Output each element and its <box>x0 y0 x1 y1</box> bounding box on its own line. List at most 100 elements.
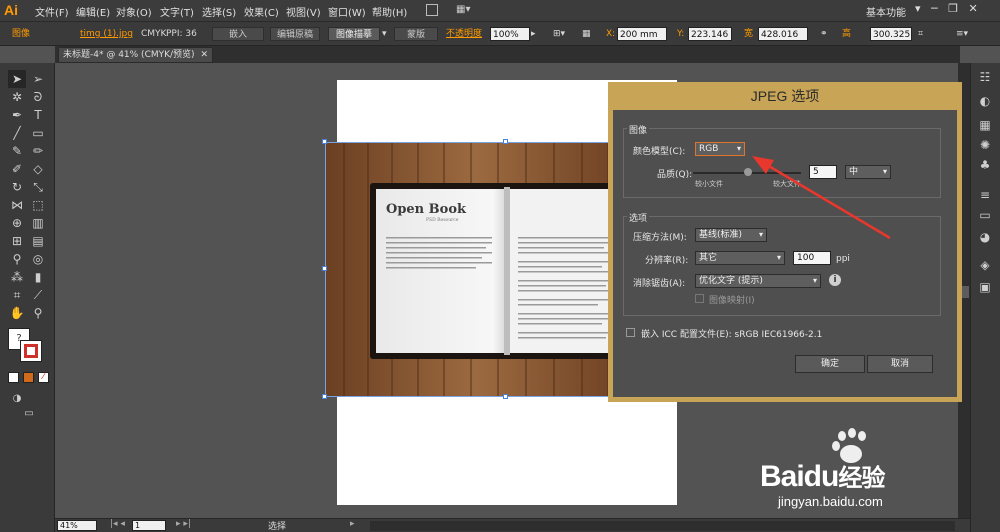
color-icon[interactable]: ◐ <box>976 92 994 110</box>
menu-object[interactable]: 对象(O) <box>116 4 152 19</box>
layers-icon[interactable]: ◈ <box>976 256 994 274</box>
document-tab[interactable]: 未标题-4* @ 41% (CMYK/预览) ✕ <box>58 47 213 63</box>
color-model-select[interactable]: RGB <box>695 142 745 156</box>
scale-tool-icon[interactable]: ⤡ <box>29 178 47 196</box>
stroke-swatch[interactable] <box>20 340 42 362</box>
panel-menu-icon[interactable]: ≡▾ <box>956 27 980 41</box>
pen-tool-icon[interactable]: ✒ <box>8 106 26 124</box>
menu-file[interactable]: 文件(F) <box>35 4 69 19</box>
selection-handle-tm[interactable] <box>503 139 508 144</box>
antialias-select[interactable]: 优化文字 (提示) <box>695 274 821 288</box>
placed-image[interactable]: Open Book PSD Resource <box>325 142 625 397</box>
info-icon[interactable]: i <box>829 274 841 286</box>
window-controls[interactable]: ▾ ─ ❐ ✕ <box>915 2 1000 18</box>
y-field[interactable]: 223.146 <box>688 27 732 41</box>
linked-file-link[interactable]: timg (1).jpg <box>80 27 133 41</box>
lasso-tool-icon[interactable]: ᘐ <box>29 88 47 106</box>
blob-brush-tool-icon[interactable]: ✐ <box>8 160 26 178</box>
ok-button[interactable]: 确定 <box>795 355 865 373</box>
none-mode-icon[interactable]: ⁄ <box>38 372 49 383</box>
zoom-field[interactable]: 41% <box>57 520 97 531</box>
perspective-grid-tool-icon[interactable]: ▥ <box>29 214 47 232</box>
magic-wand-tool-icon[interactable]: ✲ <box>8 88 26 106</box>
stroke-icon[interactable]: ≡ <box>976 186 994 204</box>
zoom-tool-icon[interactable]: ⚲ <box>29 304 47 322</box>
page-nav-prev-icon[interactable]: |◂ ◂ <box>110 519 125 529</box>
paintbrush-tool-icon[interactable]: ✎ <box>8 142 26 160</box>
direct-selection-tool-icon[interactable]: ➢ <box>29 70 47 88</box>
workspace-switcher[interactable]: 基本功能 <box>866 4 906 19</box>
gradient-mode-icon[interactable] <box>23 372 34 383</box>
menu-effect[interactable]: 效果(C) <box>244 4 279 19</box>
mesh-tool-icon[interactable]: ⊞ <box>8 232 26 250</box>
selection-handle-bl[interactable] <box>322 394 327 399</box>
image-trace-button[interactable]: 图像描摹 <box>328 27 380 41</box>
menu-help[interactable]: 帮助(H) <box>372 4 407 19</box>
bridge-icon[interactable] <box>426 4 438 16</box>
free-transform-tool-icon[interactable]: ⬚ <box>29 196 47 214</box>
hand-tool-icon[interactable]: ✋ <box>8 304 26 322</box>
screen-mode-icon[interactable]: ▭ <box>20 405 38 423</box>
transparency-icon[interactable]: ◕ <box>976 228 994 246</box>
mask-button[interactable]: 蒙版 <box>394 27 438 41</box>
column-graph-tool-icon[interactable]: ▮ <box>29 268 47 286</box>
opacity-field[interactable]: 100% <box>490 27 530 41</box>
selection-handle-tl[interactable] <box>322 139 327 144</box>
color-mode-icon[interactable] <box>8 372 19 383</box>
eraser-tool-icon[interactable]: ◇ <box>29 160 47 178</box>
status-menu-icon[interactable]: ▸ <box>350 519 355 529</box>
width-field[interactable]: 428.016 <box>758 27 808 41</box>
menu-select[interactable]: 选择(S) <box>202 4 236 19</box>
x-label: X: <box>606 29 616 39</box>
menu-edit[interactable]: 编辑(E) <box>76 4 110 19</box>
resolution-field[interactable]: 100 <box>793 251 831 265</box>
embed-icc-checkbox[interactable] <box>626 328 635 337</box>
shape-builder-tool-icon[interactable]: ⊕ <box>8 214 26 232</box>
artboards-icon[interactable]: ▣ <box>976 278 994 296</box>
width-tool-icon[interactable]: ⋈ <box>8 196 26 214</box>
rectangle-tool-icon[interactable]: ▭ <box>29 124 47 142</box>
opacity-link[interactable]: 不透明度 <box>446 27 482 41</box>
menu-view[interactable]: 视图(V) <box>286 4 321 19</box>
menu-window[interactable]: 窗口(W) <box>328 4 366 19</box>
line-tool-icon[interactable]: ╱ <box>8 124 26 142</box>
image-map-checkbox[interactable] <box>695 294 704 303</box>
brushes-icon[interactable]: ✺ <box>976 136 994 154</box>
symbols-icon[interactable]: ♣ <box>976 156 994 174</box>
selection-tool-icon[interactable]: ➤ <box>8 70 26 88</box>
menu-type[interactable]: 文字(T) <box>160 4 194 19</box>
edit-original-button[interactable]: 编辑原稿 <box>270 27 320 41</box>
page-field[interactable]: 1 <box>132 520 166 531</box>
rotate-tool-icon[interactable]: ↻ <box>8 178 26 196</box>
constrain-proportions-icon[interactable]: ⚭ <box>820 27 834 41</box>
pencil-tool-icon[interactable]: ✏ <box>29 142 47 160</box>
image-trace-dropdown[interactable]: ▾ <box>382 27 390 41</box>
blend-tool-icon[interactable]: ◎ <box>29 250 47 268</box>
eyedropper-tool-icon[interactable]: ⚲ <box>8 250 26 268</box>
align-grid-icon[interactable]: ⊞▾ <box>553 27 573 41</box>
document-tab-label: 未标题-4* @ 41% (CMYK/预览) <box>63 50 195 60</box>
swatches-icon[interactable]: ▦ <box>976 116 994 134</box>
artboard-tool-icon[interactable]: ⌗ <box>8 286 26 304</box>
selection-handle-bm[interactable] <box>503 394 508 399</box>
transform-icon[interactable]: ⌗ <box>918 27 932 41</box>
embed-button[interactable]: 嵌入 <box>212 27 264 41</box>
resolution-select[interactable]: 其它 <box>695 251 785 265</box>
height-field[interactable]: 300.325 <box>870 27 912 41</box>
symbol-sprayer-tool-icon[interactable]: ⁂ <box>8 268 26 286</box>
opacity-dropdown[interactable]: ▸ <box>531 27 539 41</box>
color-model-label: 颜色模型(C): <box>633 147 686 157</box>
gradient-panel-icon[interactable]: ▭ <box>976 206 994 224</box>
x-field[interactable]: 200 mm <box>617 27 667 41</box>
reference-point-icon[interactable]: ▦ <box>582 27 600 41</box>
type-tool-icon[interactable]: T <box>29 106 47 124</box>
arrange-documents-icon[interactable]: ▦▾ <box>456 4 474 16</box>
horizontal-scrollbar[interactable] <box>370 521 955 531</box>
color-guide-icon[interactable]: ☷ <box>976 68 994 86</box>
gradient-tool-icon[interactable]: ▤ <box>29 232 47 250</box>
slice-tool-icon[interactable]: ⟋ <box>29 286 47 304</box>
page-nav-next-icon[interactable]: ▸ ▸| <box>176 519 191 529</box>
selection-handle-ml[interactable] <box>322 266 327 271</box>
cancel-button[interactable]: 取消 <box>867 355 933 373</box>
close-tab-icon[interactable]: ✕ <box>200 48 208 62</box>
